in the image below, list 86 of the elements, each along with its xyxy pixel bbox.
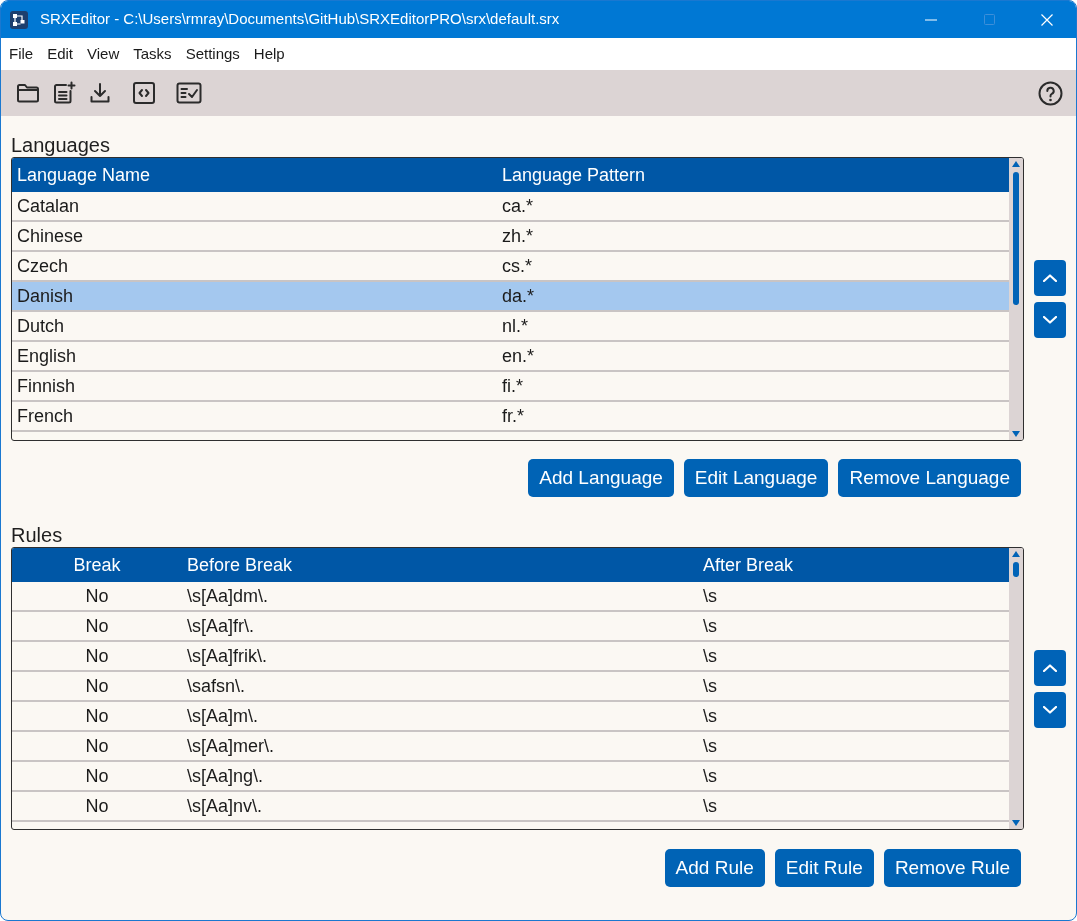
table-cell-text: Catalan bbox=[16, 194, 81, 218]
help-icon[interactable] bbox=[1038, 80, 1063, 106]
scrollbar[interactable] bbox=[1009, 158, 1023, 440]
scroll-up-icon[interactable] bbox=[1012, 551, 1020, 557]
menu-item[interactable]: Settings bbox=[178, 44, 247, 64]
table-cell-text: nl.* bbox=[501, 314, 529, 338]
scrollbar[interactable] bbox=[1009, 548, 1023, 829]
table-cell-text: ca.* bbox=[501, 194, 535, 218]
table-cell-text: No bbox=[84, 584, 110, 608]
table-cell-text: \s bbox=[702, 794, 718, 818]
section-title: Rules bbox=[11, 523, 64, 547]
table-cell-text: \s bbox=[702, 704, 718, 728]
table-cell-text: No bbox=[84, 614, 110, 638]
table-cell-text: English bbox=[16, 344, 78, 368]
move-down-button[interactable] bbox=[1034, 691, 1066, 728]
table-cell-text: zh.* bbox=[501, 224, 535, 248]
chevron-down-icon bbox=[1043, 316, 1057, 324]
table-cell-text: fr.* bbox=[501, 404, 525, 428]
move-up-button[interactable] bbox=[1034, 260, 1066, 296]
column-header[interactable]: Language Name bbox=[12, 161, 497, 189]
action-button[interactable]: Remove Language bbox=[838, 459, 1021, 497]
table-row[interactable]: Danish da.* bbox=[12, 282, 1009, 312]
chevron-up-icon bbox=[1043, 274, 1057, 282]
action-button[interactable]: Add Language bbox=[528, 459, 674, 497]
table-cell-text: \s[Aa]frik\. bbox=[186, 644, 268, 668]
table-cell-text: \s[Aa]dm\. bbox=[186, 584, 270, 608]
action-button[interactable]: Edit Rule bbox=[774, 849, 874, 887]
table-cell-text: No bbox=[84, 764, 110, 788]
app-icon bbox=[10, 10, 28, 29]
close-icon bbox=[1041, 13, 1053, 26]
table-cell-text: French bbox=[16, 404, 75, 428]
action-button[interactable]: Remove Rule bbox=[883, 849, 1021, 887]
table-cell-text: \s bbox=[702, 644, 718, 668]
table-cell-text: \s[Aa]nv\. bbox=[186, 794, 264, 818]
table-cell-text: \safsn\. bbox=[186, 674, 247, 698]
table-cell-text: cs.* bbox=[501, 254, 533, 278]
document-add-icon[interactable] bbox=[52, 81, 76, 105]
menu-item[interactable]: Help bbox=[246, 44, 292, 64]
table-cell-text: \s[Aa]m\. bbox=[186, 704, 259, 728]
scroll-down-icon[interactable] bbox=[1012, 431, 1020, 437]
table-cell-text: No bbox=[84, 734, 110, 758]
scrollbar-thumb[interactable] bbox=[1013, 562, 1019, 577]
scroll-up-icon[interactable] bbox=[1012, 161, 1020, 167]
table-cell-text: No bbox=[84, 704, 110, 728]
window-title: SRXEditor - C:\Users\rmray\Documents\GitHub\SRXEditorPRO\srx\default.srx bbox=[40, 9, 560, 30]
table-cell-text: Danish bbox=[16, 284, 75, 308]
minimize-icon bbox=[925, 18, 937, 21]
table-cell-text: Dutch bbox=[16, 314, 66, 338]
folder-icon[interactable] bbox=[16, 81, 40, 105]
table-cell-text: No bbox=[84, 674, 110, 698]
code-icon[interactable] bbox=[132, 81, 156, 105]
table-cell-text: Czech bbox=[16, 254, 70, 278]
table-cell-text: \s bbox=[702, 614, 718, 638]
table-cell-text: fi.* bbox=[501, 374, 524, 398]
menu-item[interactable]: File bbox=[2, 44, 41, 64]
table-cell-text: en.* bbox=[501, 344, 536, 368]
move-down-button[interactable] bbox=[1034, 302, 1066, 338]
table-cell-text: \s bbox=[702, 734, 718, 758]
menu-item[interactable]: Edit bbox=[40, 44, 81, 64]
chevron-down-icon bbox=[1043, 705, 1057, 714]
table-cell-text: Chinese bbox=[16, 224, 85, 248]
table-cell-text: No bbox=[84, 794, 110, 818]
table-cell-text: \s[Aa]mer\. bbox=[186, 734, 276, 758]
action-button[interactable]: Edit Language bbox=[683, 459, 829, 497]
menu-item[interactable]: View bbox=[80, 44, 127, 64]
move-up-button[interactable] bbox=[1034, 649, 1066, 686]
action-button[interactable]: Add Rule bbox=[664, 849, 765, 887]
table-cell-text: No bbox=[84, 644, 110, 668]
table-cell-text: \s bbox=[702, 584, 718, 608]
column-header[interactable]: Language Pattern bbox=[497, 161, 1009, 189]
chevron-up-icon bbox=[1043, 663, 1057, 672]
scroll-down-icon[interactable] bbox=[1012, 820, 1020, 826]
table-cell-text: Finnish bbox=[16, 374, 77, 398]
scrollbar-thumb[interactable] bbox=[1013, 172, 1019, 305]
table-cell-text: \s bbox=[702, 764, 718, 788]
menu-item[interactable]: Tasks bbox=[126, 44, 179, 64]
section-title: Languages bbox=[11, 133, 111, 157]
column-header[interactable]: Break bbox=[12, 551, 182, 579]
download-icon[interactable] bbox=[88, 81, 112, 105]
checklist-icon[interactable] bbox=[176, 81, 202, 105]
column-header[interactable]: After Break bbox=[698, 551, 1009, 579]
column-header[interactable]: Before Break bbox=[182, 551, 698, 579]
table-cell-text: \s[Aa]ng\. bbox=[186, 764, 265, 788]
table-cell-text: \s bbox=[702, 674, 718, 698]
table-cell-text: da.* bbox=[501, 284, 536, 308]
table-cell-text: \s[Aa]fr\. bbox=[186, 614, 256, 638]
